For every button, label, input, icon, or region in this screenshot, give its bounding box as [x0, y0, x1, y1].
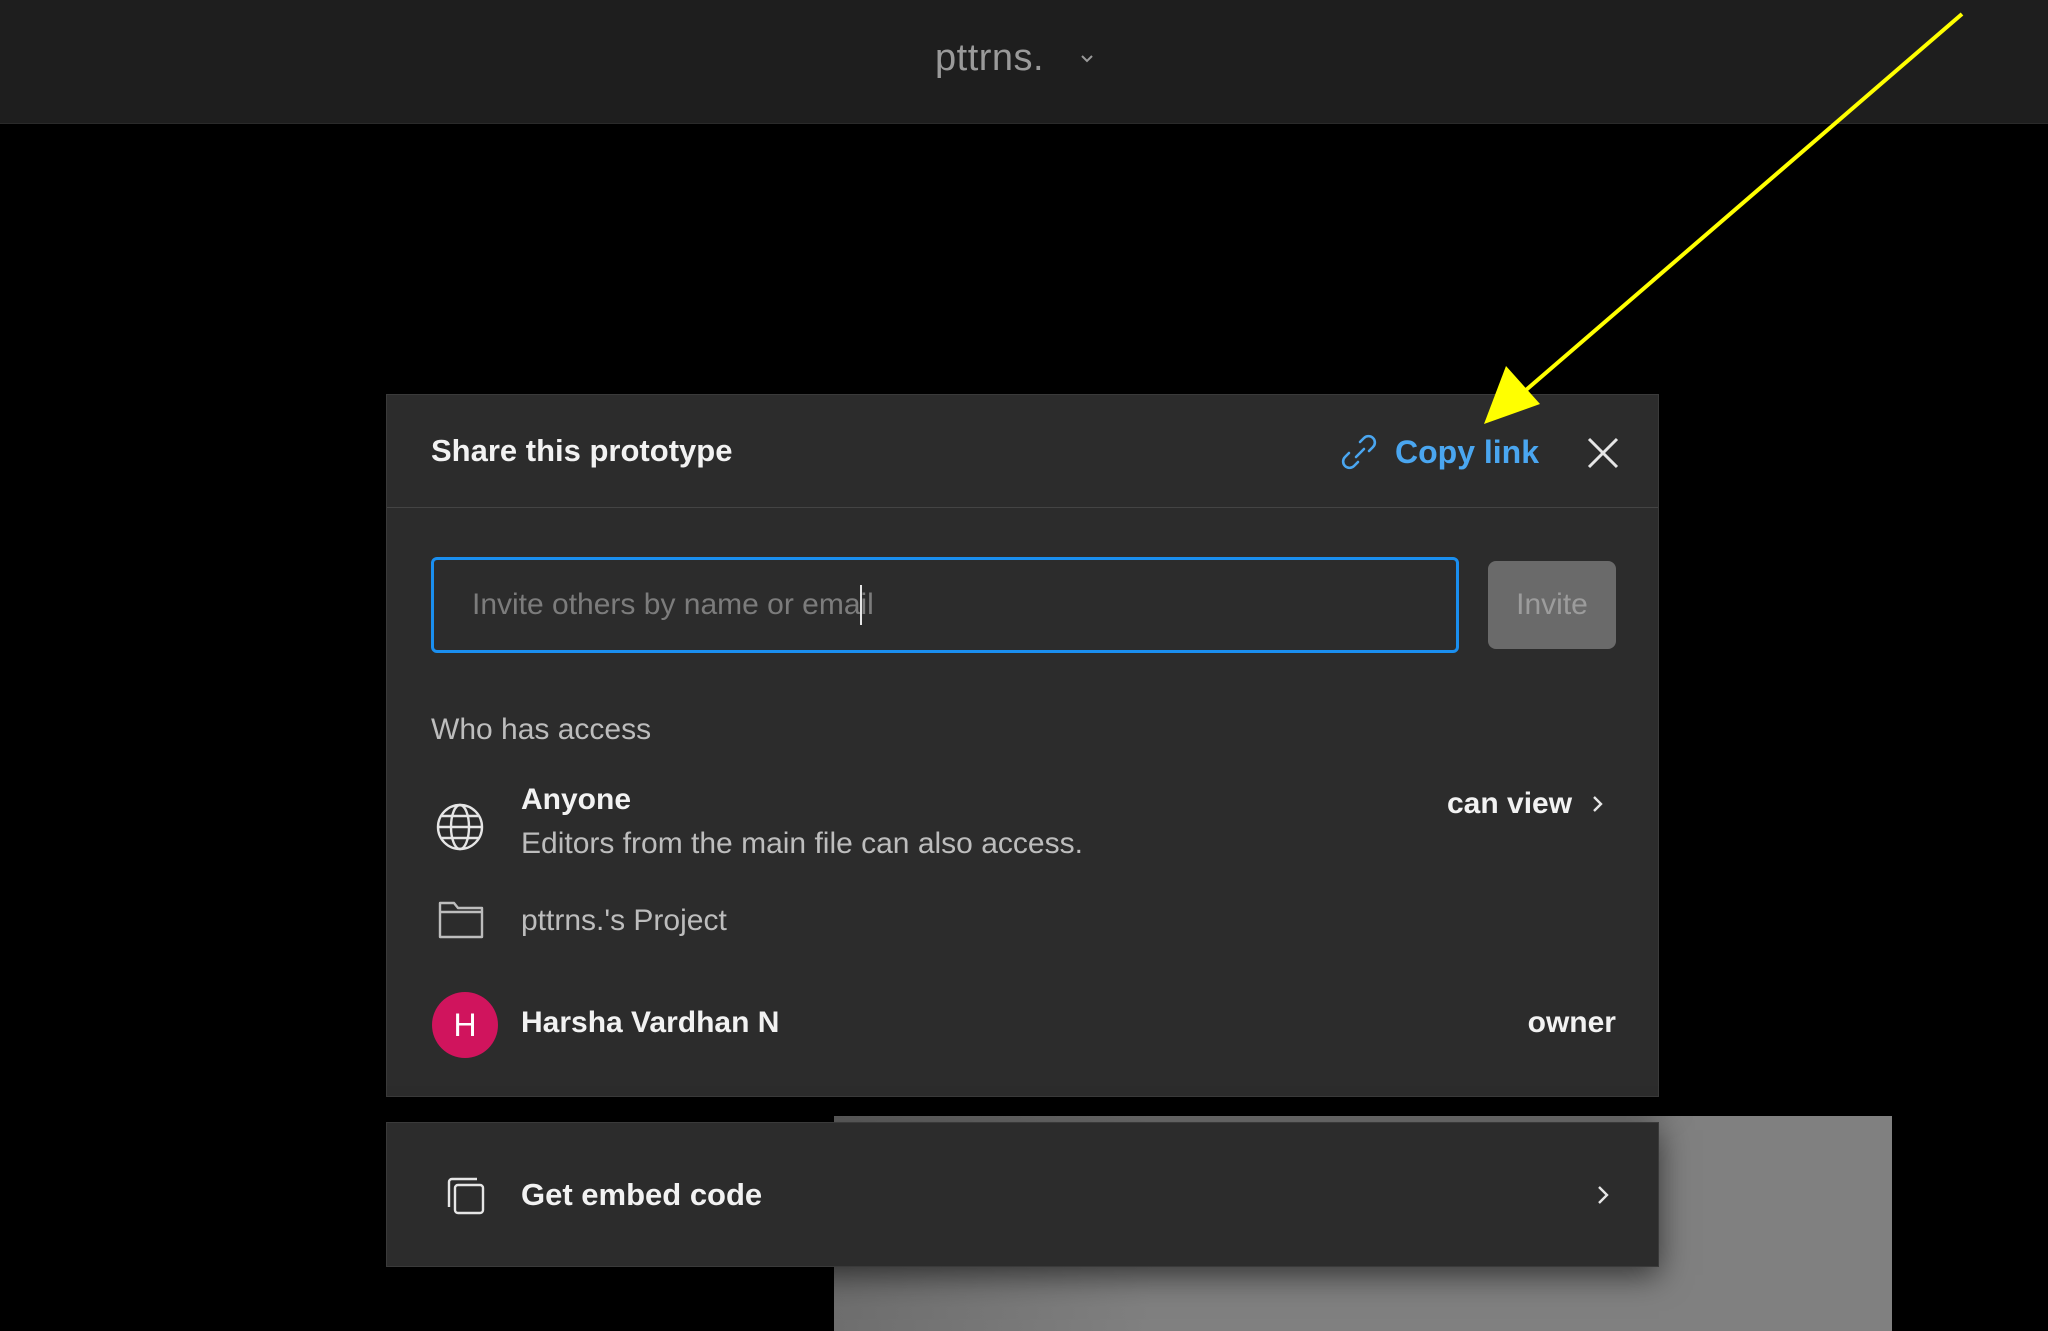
- permission-dropdown[interactable]: can view: [1447, 787, 1606, 821]
- link-icon: [1341, 434, 1377, 470]
- avatar: H: [432, 992, 498, 1058]
- file-name: pttrns.: [935, 36, 1045, 79]
- embed-label: Get embed code: [521, 1177, 763, 1212]
- invite-input[interactable]: [431, 557, 1459, 653]
- access-owner-name: Harsha Vardhan N: [521, 1006, 780, 1039]
- copy-link-button[interactable]: Copy link: [1337, 425, 1539, 479]
- close-icon[interactable]: [1583, 433, 1623, 473]
- globe-icon: [436, 803, 484, 851]
- copy-link-label: Copy link: [1395, 433, 1540, 470]
- who-has-access-label: Who has access: [431, 713, 652, 746]
- access-project-title: pttrns.'s Project: [521, 904, 727, 937]
- chevron-right-icon: [1598, 1186, 1609, 1204]
- invite-button[interactable]: Invite: [1488, 561, 1616, 649]
- permission-label: can view: [1447, 787, 1573, 820]
- chevron-down-icon: [1081, 55, 1093, 63]
- access-anyone-subtitle: Editors from the main file can also acce…: [521, 827, 1083, 860]
- chevron-right-icon: [1593, 796, 1603, 812]
- dialog-header: Share this prototype Copy link: [387, 395, 1658, 508]
- file-name-menu[interactable]: pttrns.: [935, 28, 1096, 88]
- text-caret: [860, 585, 862, 625]
- copy-icon: [447, 1177, 485, 1215]
- share-dialog: Share this prototype Copy link Invite Wh…: [386, 394, 1659, 1097]
- dialog-title: Share this prototype: [431, 433, 733, 468]
- folder-icon: [438, 901, 484, 939]
- access-anyone-title: Anyone: [521, 783, 632, 816]
- top-bar: pttrns.: [0, 0, 2048, 124]
- access-owner-role: owner: [1527, 1006, 1616, 1039]
- get-embed-code-button[interactable]: Get embed code: [386, 1122, 1659, 1267]
